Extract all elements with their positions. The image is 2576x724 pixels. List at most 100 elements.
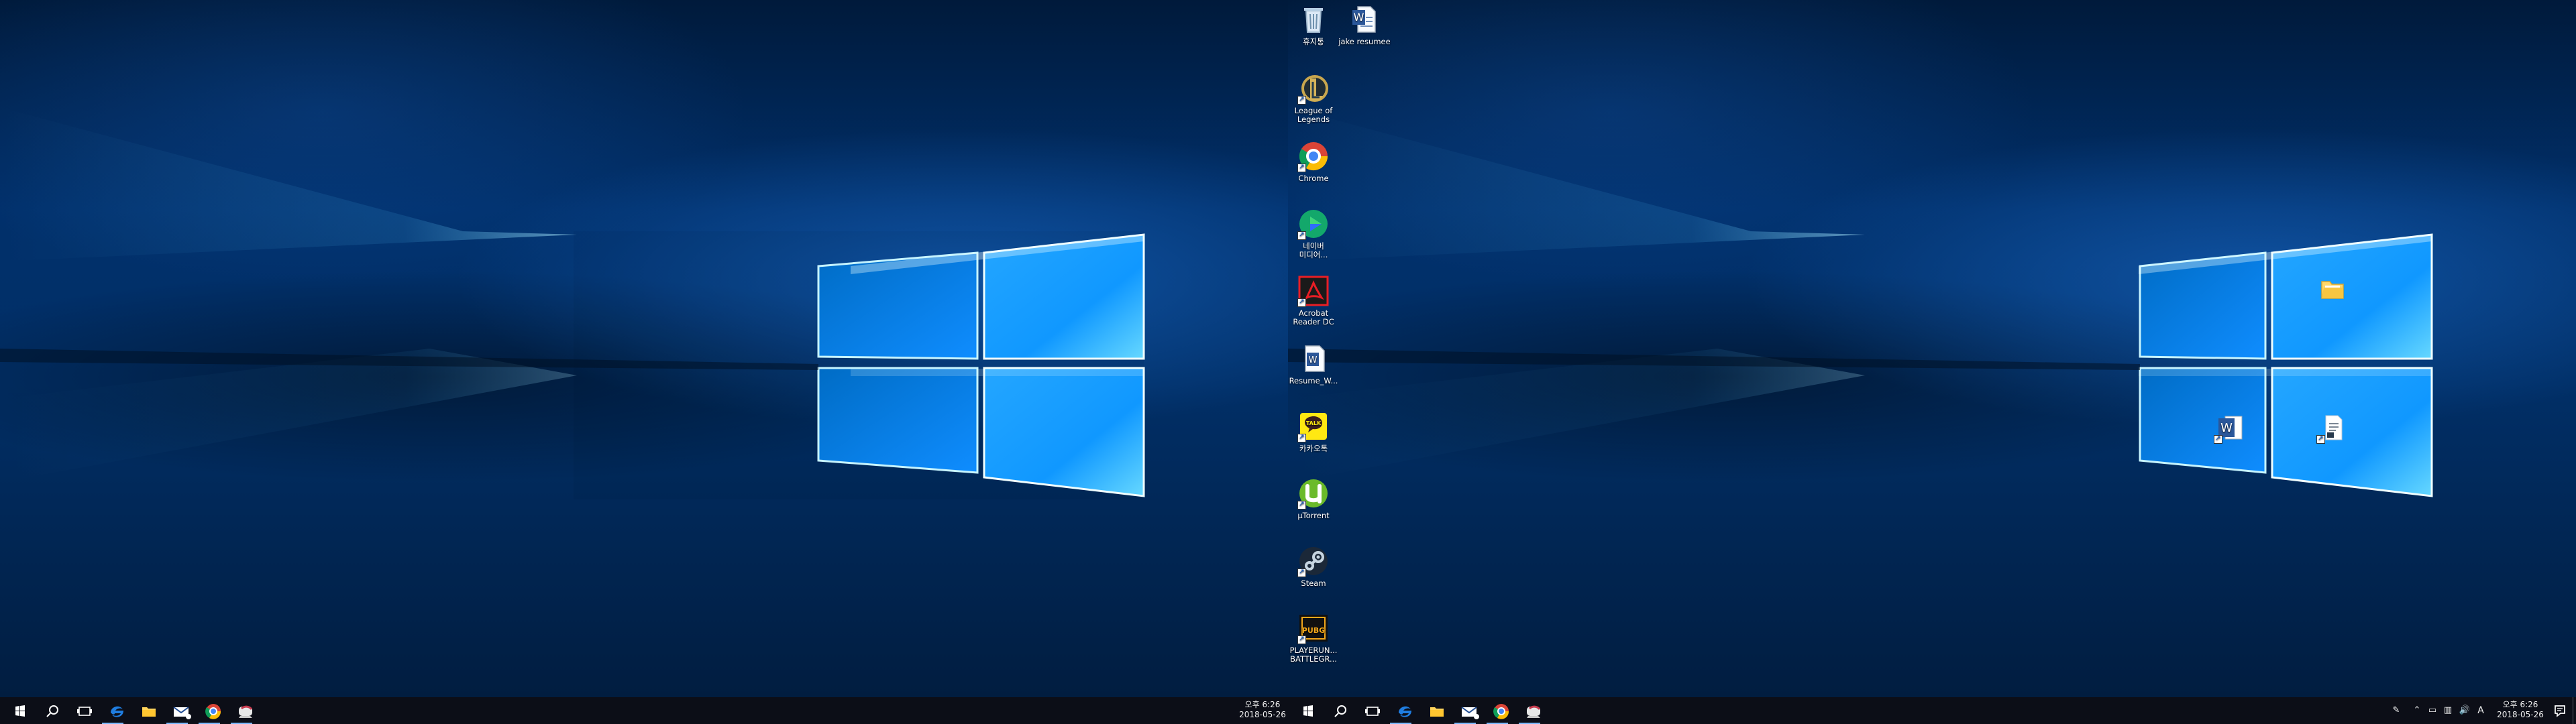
mail-taskbar-button[interactable] bbox=[161, 697, 193, 724]
file-explorer-icon bbox=[142, 707, 156, 717]
dual-monitor-desktop: 오후 6:26 2018-05-26 ✎ ⌃ ▭ ▥ 🔊 A 오후 6:26 2… bbox=[0, 0, 2576, 724]
clock-date: 2018-05-26 bbox=[2497, 710, 2544, 719]
edge-icon bbox=[111, 706, 123, 717]
file-explorer-taskbar-button[interactable] bbox=[129, 697, 161, 724]
input-method-indicator[interactable]: A bbox=[2473, 697, 2489, 724]
acrobat-reader-icon: ↗ bbox=[1297, 275, 1330, 307]
word-2016-icon: W ↗ bbox=[2214, 412, 2246, 444]
desktop-icon-label: Resume_W... bbox=[1289, 377, 1338, 385]
edge-taskbar-button[interactable] bbox=[97, 697, 129, 724]
left-system-clock[interactable]: 오후 6:26 2018-05-26 bbox=[1237, 700, 1288, 721]
word-document-icon: W bbox=[1297, 343, 1330, 375]
windows-logo-light-icon bbox=[0, 107, 1145, 499]
desktop-icon-naver-media-player[interactable]: ↗ 네이버 미디어... bbox=[1285, 208, 1342, 274]
search-button[interactable] bbox=[1320, 697, 1352, 724]
clock-date: 2018-05-26 bbox=[1239, 710, 1286, 719]
desktop-icon-label: Steam bbox=[1301, 579, 1326, 588]
mail-icon bbox=[1461, 707, 1479, 719]
start-button[interactable] bbox=[1288, 697, 1320, 724]
desktop-icon-utorrent[interactable]: ↗ µTorrent bbox=[1285, 477, 1342, 543]
chrome-taskbar-button[interactable] bbox=[193, 697, 225, 724]
chrome-icon: ↗ bbox=[1297, 140, 1330, 172]
mail-icon bbox=[173, 707, 191, 719]
shortcut-arrow-icon: ↗ bbox=[1297, 231, 1306, 240]
clock-time: 오후 6:26 bbox=[1244, 700, 1281, 709]
desktop-icon-acrobat-reader[interactable]: ↗ Acrobat Reader DC bbox=[1285, 275, 1342, 341]
desktop-icon-label: Acrobat Reader DC bbox=[1293, 309, 1334, 326]
kakaotalk-icon: TALK ↗ bbox=[1297, 410, 1330, 442]
shortcut-arrow-icon: ↗ bbox=[1297, 434, 1306, 442]
edge-icon bbox=[1399, 706, 1411, 717]
shortcut-arrow-icon: ↗ bbox=[1297, 568, 1306, 577]
desktop-icon-label: 네이버 미디어... bbox=[1299, 242, 1328, 259]
task-view-button[interactable] bbox=[1352, 697, 1385, 724]
desktop-icon-label: 휴지통 bbox=[1303, 38, 1324, 46]
volume-icon[interactable]: 🔊 bbox=[2457, 697, 2473, 724]
desktop-icon-label: Chrome bbox=[1298, 174, 1329, 183]
svg-text:W: W bbox=[1354, 11, 1364, 23]
desktop-icon-label: 카카오톡 bbox=[1299, 444, 1328, 453]
mail-taskbar-button[interactable] bbox=[1449, 697, 1481, 724]
desktop-icon-jake-resumee[interactable]: W jake resumee bbox=[1336, 3, 1393, 69]
word-document-icon: W bbox=[1348, 3, 1381, 36]
pinned-app-taskbar-button[interactable] bbox=[225, 697, 258, 724]
desktop-icon-folder[interactable] bbox=[2304, 274, 2361, 324]
desktop-icon-kakaotalk[interactable]: TALK ↗ 카카오톡 bbox=[1285, 410, 1342, 476]
utorrent-icon: ↗ bbox=[1297, 477, 1330, 509]
pubg-icon: PUBG ↗ bbox=[1297, 612, 1330, 644]
shortcut-arrow-icon: ↗ bbox=[1297, 164, 1306, 172]
windows-10-wallpaper bbox=[0, 0, 1288, 697]
text-file-icon: ↗ bbox=[2316, 412, 2349, 444]
desktop-icon-league-of-legends[interactable]: ↗ League of Legends bbox=[1285, 72, 1342, 138]
shortcut-arrow-icon: ↗ bbox=[2214, 435, 2222, 444]
chrome-taskbar-button[interactable] bbox=[1481, 697, 1513, 724]
desktop-icon-steam[interactable]: ↗ Steam bbox=[1285, 545, 1342, 611]
notification-icon bbox=[2555, 705, 2565, 717]
pen-workspace-icon[interactable]: ✎ bbox=[2388, 697, 2404, 724]
folder-icon bbox=[2316, 274, 2349, 306]
file-explorer-taskbar-button[interactable] bbox=[1417, 697, 1449, 724]
desktop-icon-label: League of Legends bbox=[1294, 107, 1333, 124]
show-hidden-icons-icon[interactable]: ⌃ bbox=[2409, 697, 2425, 724]
left-monitor: 오후 6:26 2018-05-26 bbox=[0, 0, 1288, 724]
search-icon bbox=[1334, 705, 1346, 717]
desktop-icon-label: PLAYERUN... BATTLEGR... bbox=[1289, 646, 1338, 664]
task-view-icon bbox=[77, 707, 92, 716]
start-button[interactable] bbox=[0, 697, 32, 724]
svg-text:PUBG: PUBG bbox=[1302, 626, 1325, 635]
steam-icon: ↗ bbox=[1297, 545, 1330, 577]
windows-start-icon bbox=[15, 705, 25, 717]
right-system-clock[interactable]: 오후 6:26 2018-05-26 bbox=[2495, 700, 2546, 721]
desktop-icon-chrome[interactable]: ↗ Chrome bbox=[1285, 140, 1342, 206]
desktop-icon-resume-word[interactable]: W Resume_W... bbox=[1285, 343, 1342, 408]
task-view-icon bbox=[1365, 707, 1380, 716]
shortcut-arrow-icon: ↗ bbox=[2316, 435, 2325, 444]
search-icon bbox=[46, 705, 58, 717]
left-taskbar: 오후 6:26 2018-05-26 bbox=[0, 697, 1288, 724]
chrome-icon bbox=[205, 704, 221, 719]
desktop-icon-word-2016[interactable]: W ↗ bbox=[2201, 412, 2259, 463]
desktop-icon-pubg[interactable]: PUBG ↗ PLAYERUN... BATTLEGR... bbox=[1285, 612, 1342, 678]
pinned-app-icon bbox=[1527, 705, 1541, 718]
action-center-button[interactable] bbox=[2547, 697, 2573, 724]
desktop-icon-recycle-bin[interactable]: 휴지통 bbox=[1285, 3, 1342, 69]
clock-time: 오후 6:26 bbox=[2502, 700, 2538, 709]
right-monitor: ✎ ⌃ ▭ ▥ 🔊 A 오후 6:26 2018-05-26 bbox=[1288, 0, 2576, 724]
shortcut-arrow-icon: ↗ bbox=[1297, 298, 1306, 307]
desktop-icon-text-file[interactable]: ↗ bbox=[2304, 412, 2361, 463]
svg-text:W: W bbox=[2220, 421, 2233, 435]
edge-taskbar-button[interactable] bbox=[1385, 697, 1417, 724]
naver-media-player-icon: ↗ bbox=[1297, 208, 1330, 240]
pinned-app-taskbar-button[interactable] bbox=[1513, 697, 1546, 724]
windows-logo-light-icon bbox=[1288, 107, 2433, 497]
league-of-legends-icon: ↗ bbox=[1297, 72, 1330, 105]
show-desktop-button[interactable] bbox=[2573, 697, 2576, 724]
right-taskbar: ✎ ⌃ ▭ ▥ 🔊 A 오후 6:26 2018-05-26 bbox=[1288, 697, 2576, 724]
device-icon[interactable]: ▭ bbox=[2424, 697, 2440, 724]
svg-text:TALK: TALK bbox=[1306, 420, 1322, 426]
network-icon[interactable]: ▥ bbox=[2440, 697, 2456, 724]
task-view-button[interactable] bbox=[64, 697, 97, 724]
shortcut-arrow-icon: ↗ bbox=[1297, 636, 1306, 644]
search-button[interactable] bbox=[32, 697, 64, 724]
recycle-bin-icon bbox=[1297, 3, 1330, 36]
